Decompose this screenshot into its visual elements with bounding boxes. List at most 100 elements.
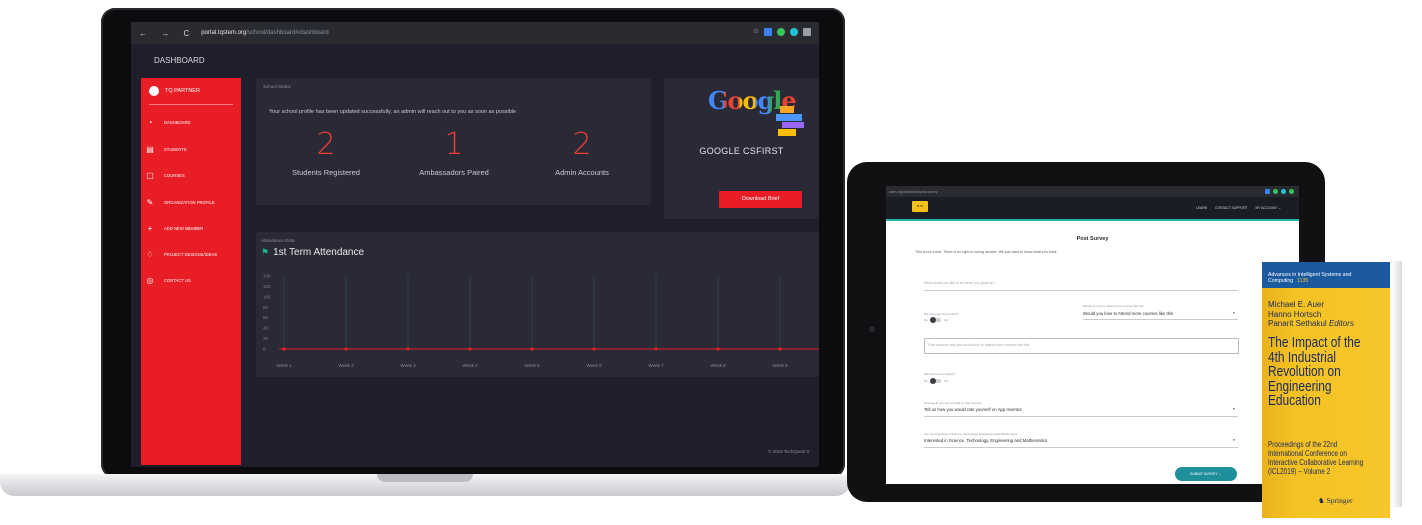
- x-tick-label: Week 6: [586, 363, 602, 368]
- form-title: Post Survey: [1076, 236, 1109, 242]
- x-tick-label: Week 2: [338, 363, 354, 368]
- data-point: [778, 347, 782, 351]
- select-underline: [924, 416, 1238, 417]
- address-bar[interactable]: portal.tqstem.org/school/dashboard#/dash…: [201, 30, 328, 36]
- url-host: portal.tqstem.org: [201, 30, 247, 36]
- sidebar-item-label: PROJECT DESIGNS/IDEAS: [164, 252, 218, 257]
- profile-icon[interactable]: [803, 28, 811, 36]
- interest-select[interactable]: Interested in Science, Technology, Engin…: [924, 438, 1047, 443]
- sidebar-item-label: CONTACT US: [164, 278, 191, 283]
- more-courses-label: Would you love to attend more courses li…: [1083, 304, 1144, 308]
- scratch-blocks-icon: [776, 106, 804, 136]
- extension-icon[interactable]: [764, 28, 772, 36]
- bulb-icon: ♢: [146, 250, 154, 259]
- y-tick-label: 60: [263, 315, 269, 320]
- laptop-screen: ← → C portal.tqstem.org/school/dashboard…: [131, 22, 819, 467]
- status-message: Your school profile has been updated suc…: [269, 109, 517, 115]
- stat-value: 2: [316, 127, 336, 162]
- x-tick-label: Week 8: [710, 363, 726, 368]
- data-point: [282, 347, 286, 351]
- dashboard-icon: ◔: [147, 118, 153, 127]
- extension-icon[interactable]: [1289, 189, 1294, 194]
- browser-bar: ← → C portal.tqstem.org/school/dashboard…: [131, 22, 819, 44]
- mtn-logo[interactable]: MTN: [912, 201, 928, 212]
- x-tick-label: Week 5: [524, 363, 540, 368]
- book-subtitle: Proceedings of the 22nd International Co…: [1268, 440, 1364, 476]
- book-editor: Hanno Hortsch: [1268, 309, 1322, 319]
- stat-caption: Ambassadors Paired: [419, 168, 489, 177]
- toggle-yes-label: Yes: [943, 318, 949, 322]
- url-path: /school/dashboard#/dashboard: [246, 30, 329, 36]
- sidebar-item-label: ORGANIZATION PROFILE: [164, 200, 215, 205]
- card-label: School Status: [263, 84, 291, 89]
- book-series: Advances in Intelligent Systems and Comp…: [1268, 272, 1352, 284]
- download-brief-button[interactable]: Download Brief: [719, 191, 802, 208]
- extension-icon[interactable]: [1281, 189, 1286, 194]
- form-intro: This is not a test. There is no right or…: [915, 250, 1058, 254]
- y-tick-label: 20: [263, 336, 269, 341]
- extension-icon[interactable]: [777, 28, 785, 36]
- stat-caption: Students Registered: [292, 168, 360, 177]
- courses-icon: ▢: [146, 171, 154, 180]
- springer-horse-icon: ♞: [1318, 496, 1325, 505]
- toggle-yes-label: Yes: [943, 379, 949, 383]
- book-editor: Michael E. Auer: [1268, 300, 1325, 309]
- sidebar-item-organization-profile[interactable]: ✎ ORGANIZATION PROFILE: [145, 198, 241, 207]
- helpful-toggle[interactable]: No Yes: [924, 378, 949, 384]
- data-point: [654, 347, 658, 351]
- toggle-switch[interactable]: [929, 317, 941, 323]
- pencil-icon: ✎: [146, 198, 154, 207]
- y-tick-label: 40: [263, 326, 269, 331]
- y-tick-label: 140: [263, 274, 271, 279]
- x-tick-label: Week 3: [400, 363, 416, 368]
- sidebar-item-dashboard[interactable]: ◔ DASHBOARD: [145, 118, 241, 127]
- chevron-down-icon: ▾: [1233, 438, 1235, 442]
- sidebar-item-project-designs[interactable]: ♢ PROJECT DESIGNS/IDEAS: [145, 250, 241, 259]
- stat-value: 1: [444, 127, 464, 162]
- nav-link-my-account[interactable]: MY ACCOUNT ⌄: [1255, 206, 1281, 210]
- attendance-card: Attendance Data ⚑ 1st Term Attendance 140…: [256, 232, 819, 377]
- stat-value: 2: [572, 127, 592, 162]
- school-status-card: School Status Your school profile has be…: [256, 78, 651, 205]
- extension-icon[interactable]: [1265, 189, 1270, 194]
- input-underline: [924, 290, 1238, 291]
- x-tick-label: Week 4: [462, 363, 478, 368]
- browser-nav-icons[interactable]: ← → C: [139, 29, 195, 38]
- toggle-no-label: No: [924, 379, 928, 383]
- sidebar-item-add-new-member[interactable]: + ADD NEW MEMBER: [145, 224, 241, 233]
- y-tick-label: 100: [263, 294, 271, 299]
- book-title: The Impact of the 4th Industrial Revolut…: [1268, 335, 1361, 409]
- more-courses-select[interactable]: Would you love to Attend more courses li…: [1083, 311, 1173, 316]
- grow-up-input[interactable]: What would you like to be when you grow …: [924, 281, 995, 285]
- sidebar-item-students[interactable]: ▤ STUDENTS: [145, 145, 241, 154]
- nav-link-contact-support[interactable]: CONTACT SUPPORT: [1215, 206, 1247, 210]
- reasons-textarea[interactable]: Give reasons why you would love to atten…: [924, 338, 1239, 354]
- sidebar-item-courses[interactable]: ▢ COURSES: [145, 171, 241, 180]
- extension-icon[interactable]: [790, 28, 798, 36]
- stat-caption: Admin Accounts: [555, 168, 609, 177]
- tablet-url[interactable]: stem.org/dashboard/post-survey: [889, 190, 938, 194]
- toggle-switch[interactable]: [929, 378, 941, 384]
- sidebar-brand[interactable]: TQ PARTNER: [149, 86, 200, 96]
- tablet-camera: [869, 326, 875, 332]
- support-icon: ◎: [146, 276, 154, 285]
- submit-survey-button[interactable]: SUBMIT SURVEY →: [1175, 467, 1237, 481]
- book-series-band: Advances in Intelligent Systems and Comp…: [1262, 262, 1390, 288]
- extension-icon[interactable]: [1273, 189, 1278, 194]
- sidebar-item-contact-us[interactable]: ◎ CONTACT US: [145, 276, 241, 285]
- nav-links: LEARN CONTACT SUPPORT MY ACCOUNT ⌄: [1196, 206, 1281, 210]
- stat-ambassadors-paired: 1 Ambassadors Paired: [389, 127, 519, 178]
- footer-copyright: © 2019 TechQuest S: [768, 449, 810, 454]
- nav-link-learn[interactable]: LEARN: [1196, 206, 1207, 210]
- avatar: [149, 86, 159, 96]
- sidebar-item-label: STUDENTS: [164, 147, 187, 152]
- enjoy-toggle[interactable]: No Yes: [924, 317, 949, 323]
- attendance-chart: 140 120 100 80 60 40 20 0 Week 1 Week 2 Week 3 Week…: [263, 274, 819, 368]
- data-point: [468, 347, 472, 351]
- plus-icon: +: [147, 224, 153, 233]
- stat-admin-accounts: 2 Admin Accounts: [517, 127, 647, 178]
- data-point: [344, 347, 348, 351]
- star-icon[interactable]: ☆: [753, 28, 759, 36]
- sidebar-item-label: COURSES: [164, 173, 185, 178]
- rate-select[interactable]: Tell us how you would rate yourself on A…: [924, 407, 1022, 412]
